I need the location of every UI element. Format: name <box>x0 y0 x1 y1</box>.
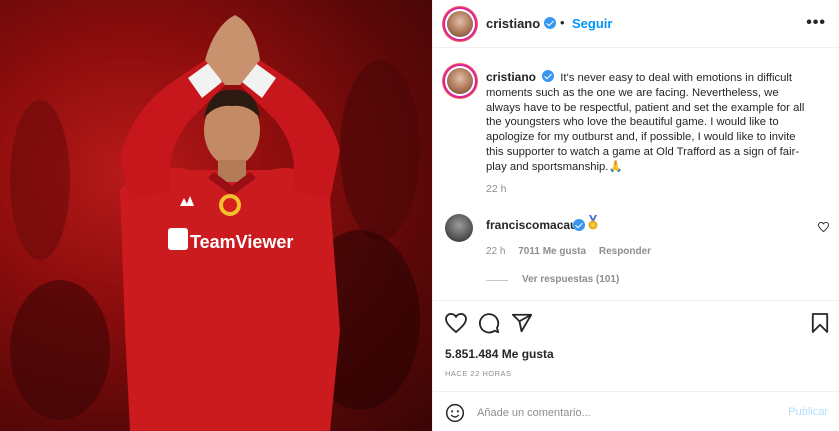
verified-icon <box>573 219 585 231</box>
heart-icon[interactable] <box>445 313 467 333</box>
post-caption: cristiano It's never easy to deal with e… <box>486 69 806 175</box>
medal-emoji-icon <box>588 215 598 230</box>
commenter-username[interactable]: franciscomacau <box>486 218 577 232</box>
author-username[interactable]: cristiano <box>486 16 540 31</box>
emoji-icon[interactable] <box>445 403 465 423</box>
view-replies-button[interactable]: Ver respuestas (101) <box>522 274 619 285</box>
follow-button[interactable]: Seguir <box>572 16 612 31</box>
bookmark-icon[interactable] <box>811 313 829 333</box>
caption-username[interactable]: cristiano <box>486 70 536 84</box>
reply-button[interactable]: Responder <box>599 246 651 257</box>
post-comment-button[interactable]: Publicar <box>788 406 828 418</box>
comment-meta: 22 h 7011 Me gusta Responder <box>486 246 661 257</box>
caption-time: 22 h <box>486 183 507 195</box>
comment-likes[interactable]: 7011 Me gusta <box>518 246 586 257</box>
author-avatar[interactable] <box>445 9 475 39</box>
more-options-icon[interactable]: ••• <box>806 14 826 32</box>
svg-text:TeamViewer: TeamViewer <box>190 232 293 252</box>
caption-avatar[interactable] <box>445 66 475 96</box>
share-icon[interactable] <box>511 312 533 334</box>
comment-composer: Publicar <box>433 391 839 431</box>
post-panel: cristiano • Seguir ••• cristiano It's ne… <box>432 0 839 431</box>
commenter-avatar[interactable] <box>445 214 473 242</box>
post-header: cristiano • Seguir ••• <box>433 0 839 48</box>
actions-divider <box>433 300 839 301</box>
replies-divider <box>486 280 508 281</box>
comment-time: 22 h <box>486 246 506 257</box>
verified-icon <box>544 17 556 29</box>
verified-icon <box>542 70 555 82</box>
like-count[interactable]: 5.851.484 Me gusta <box>445 347 554 361</box>
separator-dot: • <box>560 15 565 30</box>
comment-icon[interactable] <box>478 312 500 334</box>
player-illustration: TeamViewer <box>10 15 420 431</box>
post-photo: TeamViewer <box>0 0 432 431</box>
comment-like-heart-icon[interactable] <box>818 222 829 232</box>
post-age: HACE 22 HORAS <box>445 369 512 378</box>
comment-input[interactable] <box>477 404 767 422</box>
caption-text: It's never easy to deal with emotions in… <box>486 72 805 173</box>
